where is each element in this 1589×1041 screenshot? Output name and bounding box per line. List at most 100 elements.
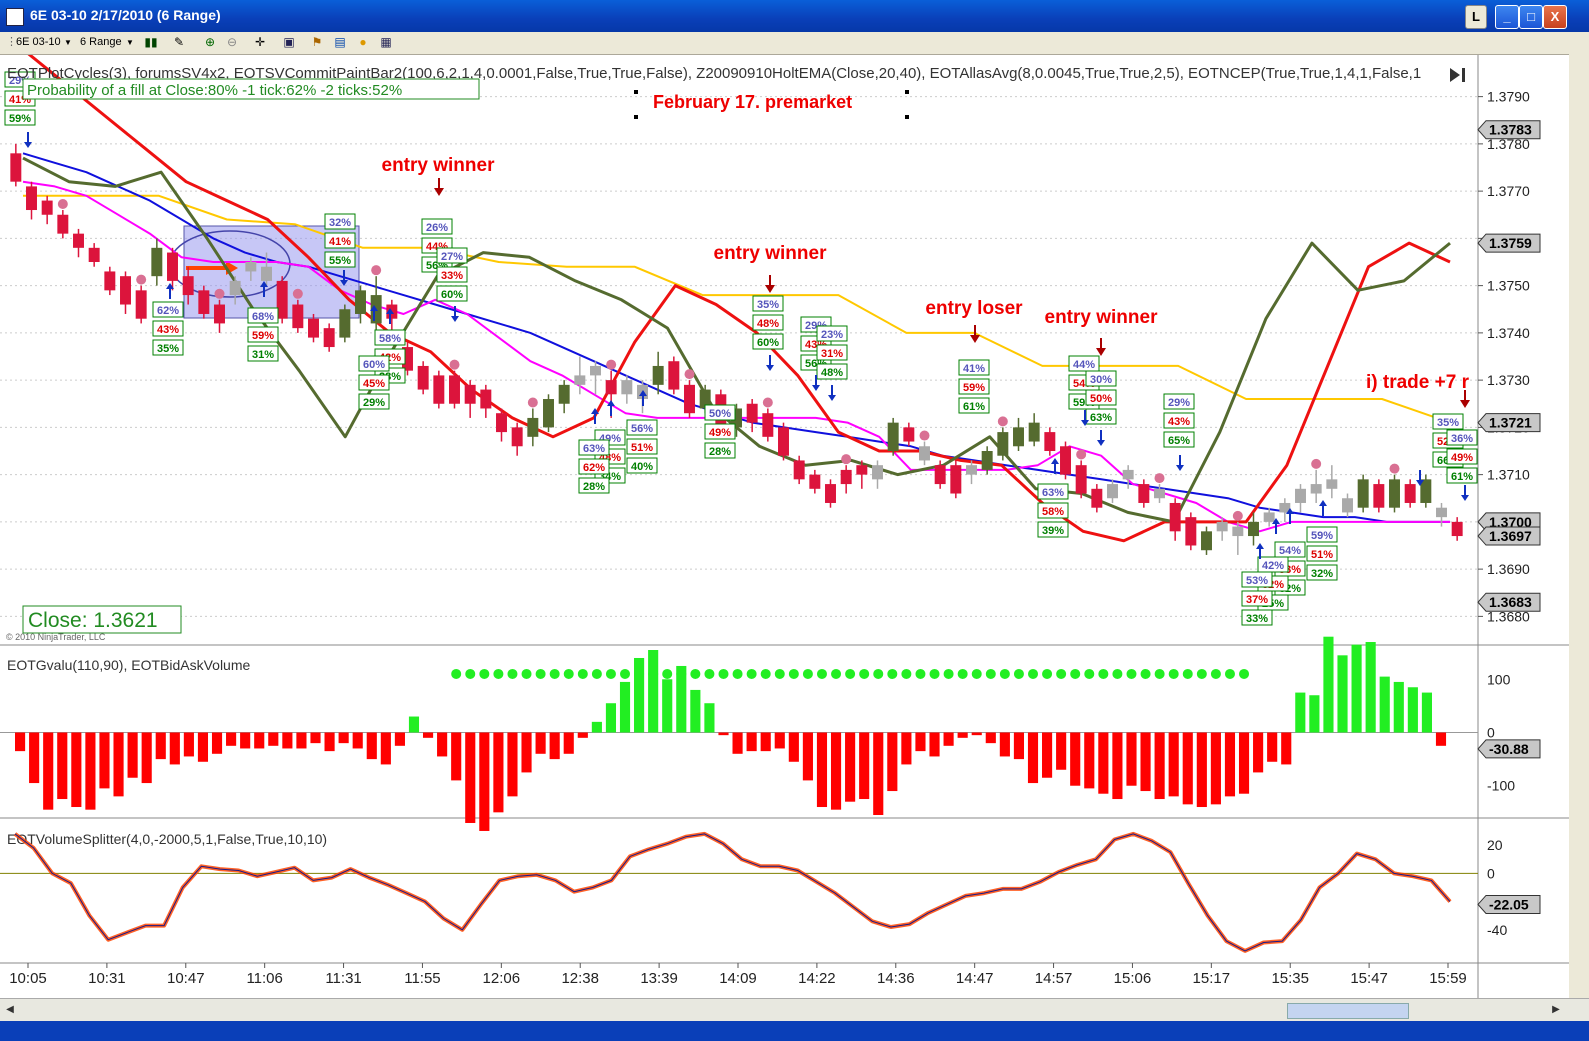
time-tick-label: 15:06 xyxy=(1114,970,1152,987)
candle-body xyxy=(73,233,84,248)
candle xyxy=(1420,474,1432,508)
instrument-selector[interactable]: 6E 03-10 xyxy=(16,34,61,51)
volume-bar xyxy=(155,732,166,760)
volume-bar xyxy=(1281,732,1292,765)
candle-body xyxy=(1091,488,1103,508)
candle-body xyxy=(887,422,899,451)
swing-dot xyxy=(762,397,773,408)
chevron-down-icon[interactable]: ▼ xyxy=(64,34,72,51)
pct-label: 28% xyxy=(709,446,731,458)
strategy-icon[interactable]: ⚑ xyxy=(310,35,324,49)
pct-label-group: 36% 49% 61% xyxy=(1446,429,1478,484)
volume-dot xyxy=(634,668,645,679)
pct-label: 40% xyxy=(631,461,653,473)
close-button[interactable]: X xyxy=(1543,5,1567,29)
candle-body xyxy=(1216,521,1228,532)
chevron-down-icon[interactable]: ▼ xyxy=(126,34,134,51)
trade-annotation: entry loser xyxy=(925,298,1023,319)
pct-label: 59% xyxy=(963,382,985,394)
volume-dot xyxy=(1196,668,1207,679)
time-tick-label: 11:06 xyxy=(246,970,282,987)
grid-icon[interactable]: ▦ xyxy=(379,35,393,49)
zoom-out-icon[interactable]: ⊖ xyxy=(225,35,239,49)
time-tick-label: 11:55 xyxy=(404,970,440,987)
pct-label: 31% xyxy=(821,348,843,360)
candle xyxy=(292,288,304,333)
interval-selector[interactable]: 6 Range xyxy=(80,34,122,51)
scroll-left-icon[interactable]: ◀ xyxy=(2,1002,18,1018)
time-tick-label: 12:06 xyxy=(483,970,521,987)
pct-label: 35% xyxy=(1437,417,1459,429)
candle-body xyxy=(182,276,194,296)
volume-dot xyxy=(704,668,715,679)
candle-body xyxy=(464,384,476,404)
swing-dot xyxy=(997,416,1008,427)
maximize-button[interactable]: □ xyxy=(1519,5,1543,29)
volume-dot xyxy=(1112,668,1123,679)
candle-body xyxy=(950,465,962,494)
probability-text: Probability of a fill at Close:80% -1 ti… xyxy=(27,82,402,99)
candle-body xyxy=(433,375,445,404)
volume-dot xyxy=(690,668,701,679)
volume-dot xyxy=(1224,668,1235,679)
volume-bar xyxy=(985,732,996,744)
volume-dot xyxy=(1028,668,1039,679)
candle-body xyxy=(1122,469,1134,480)
minimize-button[interactable]: _ xyxy=(1495,5,1519,29)
candle-body xyxy=(590,365,601,376)
volume-bar xyxy=(1126,732,1137,786)
time-tick-label: 15:17 xyxy=(1193,970,1231,987)
horizontal-scrollbar[interactable]: ◀ ▶ xyxy=(0,998,1589,1022)
volume-bar xyxy=(197,732,209,762)
volume-bar xyxy=(873,732,884,815)
pct-label: 49% xyxy=(709,427,731,439)
indicators-icon[interactable]: ▤ xyxy=(333,35,347,49)
volume-dot xyxy=(802,668,813,679)
headline-handle xyxy=(905,90,909,94)
volume-bar xyxy=(183,732,194,757)
volume-bar xyxy=(1407,687,1418,733)
taskbar-strip xyxy=(0,1021,1589,1041)
candle-body xyxy=(1169,502,1181,532)
tick-label: 100 xyxy=(1487,671,1511,687)
vertical-scrollbar[interactable] xyxy=(1569,32,1589,998)
pct-label: 55% xyxy=(329,255,351,267)
link-button[interactable]: L xyxy=(1465,5,1487,29)
bar-style-icon[interactable]: ▮▮ xyxy=(144,35,158,49)
chart-area[interactable]: 29%41%59%32%41%55%62%43%35%68%59%31%26%4… xyxy=(0,55,1569,998)
volume-bar xyxy=(774,732,785,749)
volume-dot xyxy=(1239,668,1250,679)
pct-label: 63% xyxy=(583,443,605,455)
swing-dot xyxy=(1232,510,1243,521)
scroll-thumb[interactable] xyxy=(1287,1003,1409,1019)
volume-bar xyxy=(1154,732,1165,800)
crosshair-icon[interactable]: ✛ xyxy=(253,35,267,49)
draw-pencil-icon[interactable]: ✎ xyxy=(172,35,186,49)
time-tick-label: 14:36 xyxy=(877,970,915,987)
volume-dot xyxy=(493,668,504,679)
data-box-icon[interactable]: ● xyxy=(356,35,370,49)
candle xyxy=(1357,474,1369,513)
candle-body xyxy=(245,262,257,272)
scroll-right-icon[interactable]: ▶ xyxy=(1548,1002,1564,1018)
headline-handle xyxy=(634,90,638,94)
pct-label: 44% xyxy=(1073,359,1095,371)
volume-bar xyxy=(71,732,82,808)
candle xyxy=(339,304,351,343)
volume-bar xyxy=(732,732,743,754)
candle xyxy=(1373,479,1385,513)
candle xyxy=(1075,449,1087,499)
volume-bar xyxy=(1323,636,1334,733)
candle-body xyxy=(1373,484,1385,508)
volume-bar xyxy=(268,732,279,746)
volume-bar xyxy=(1056,732,1067,770)
volume-bar xyxy=(254,732,265,749)
volume-bar xyxy=(943,732,954,746)
zoom-in-icon[interactable]: ⊕ xyxy=(203,35,217,49)
volume-dot xyxy=(591,668,602,679)
tick-label: 1.3770 xyxy=(1487,183,1530,199)
properties-icon[interactable]: ▣ xyxy=(282,35,296,49)
volume-bar xyxy=(1224,732,1236,797)
volume-bar xyxy=(887,732,898,792)
pct-label: 42% xyxy=(1262,560,1284,572)
